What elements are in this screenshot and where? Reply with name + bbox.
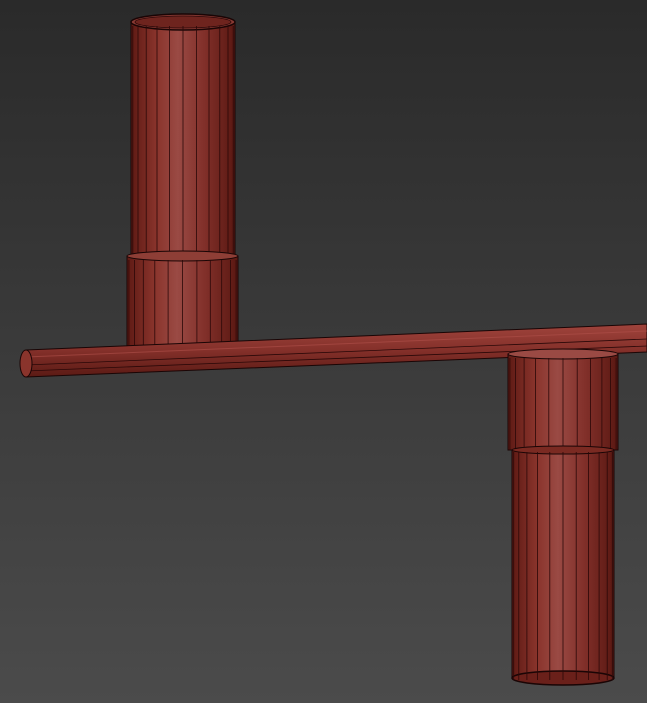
- lower-cylinder[interactable]: [511, 445, 615, 686]
- viewport-scene: [0, 0, 647, 703]
- lower-cylinder-collar[interactable]: [507, 348, 619, 451]
- 3d-viewport[interactable]: [0, 0, 647, 703]
- upper-cylinder[interactable]: [130, 13, 236, 259]
